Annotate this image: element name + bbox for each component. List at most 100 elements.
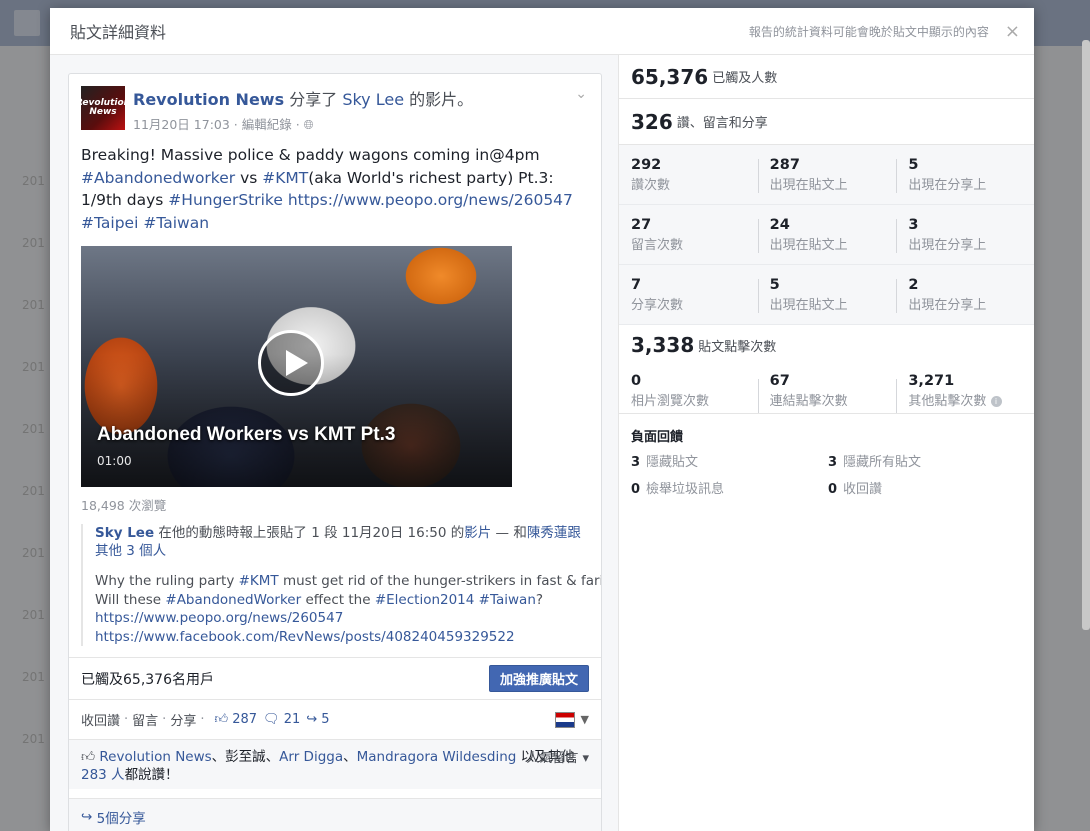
negative-feedback-grid: 3 隱藏貼文 3 隱藏所有貼文 0 檢舉垃圾訊息 0 收回讚 — [619, 451, 1034, 497]
dialog-note: 報告的統計資料可能會晚於貼文中顯示的內容 — [748, 24, 989, 39]
globe-icon: 🌐︎ — [303, 117, 314, 132]
dialog-body: Revolution News Revolution News 分享了 Sky … — [50, 55, 1034, 831]
shared-post: Sky Lee 在他的動態時報上張貼了 1 段 11月20日 16:50 的影片… — [81, 524, 602, 647]
hashtag-abandonedworker[interactable]: #Abandonedworker — [81, 169, 235, 187]
clicks-value: 3,338 — [631, 333, 695, 357]
reach-value: 65,376 — [631, 64, 709, 89]
shared-hashtag-election2014[interactable]: #Election2014 — [375, 592, 475, 608]
stat-cell: 3 出現在分享上 — [896, 205, 1034, 264]
stat-cell: 67 連結點擊次數 — [757, 365, 897, 413]
comments-breakdown-row: 27 留言次數 24 出現在貼文上 3 出現在分享上 — [619, 205, 1034, 265]
share-icon: ↪ — [81, 808, 93, 825]
stat-cell: 24 出現在貼文上 — [757, 205, 897, 264]
stat-cell: 2 出現在分享上 — [896, 265, 1034, 324]
liker-link[interactable]: Arr Digga — [279, 749, 343, 765]
others-likers-link[interactable]: 283 人 — [81, 767, 125, 783]
page-selector[interactable]: ▼ — [554, 711, 589, 728]
negative-stat: 0 檢舉垃圾訊息 — [631, 482, 725, 497]
engagement-breakdown: 292 讚次數 287 出現在貼文上 5 出現在分享上 27 留言次數 24 出現在貼文上… — [619, 145, 1034, 325]
author-link[interactable]: Revolution News — [133, 90, 284, 109]
shared-hashtag-taiwan[interactable]: #Taiwan — [479, 592, 536, 608]
hashtag-kmt[interactable]: #KMT — [262, 169, 308, 187]
stat-cell: 0 相片瀏覽次數 — [631, 373, 710, 409]
engagement-label: 讚、留言和分享 — [676, 116, 768, 131]
play-icon[interactable] — [258, 330, 324, 396]
chevron-down-icon[interactable]: ⌄ — [575, 86, 587, 102]
caret-down-icon: ▼ — [580, 713, 589, 726]
share-count[interactable]: ↪ 5 — [306, 712, 329, 727]
video-title: Abandoned Workers vs KMT Pt.3 — [97, 424, 396, 445]
shared-video-link[interactable]: 影片 — [464, 525, 491, 541]
stat-cell: 292 讚次數 — [631, 157, 671, 193]
negative-stat: 3 隱藏貼文 — [631, 455, 699, 470]
thumbs-up-icon: 👍︎ — [214, 712, 229, 727]
shares-breakdown-row: 7 分享次數 5 出現在貼文上 2 出現在分享上 — [619, 265, 1034, 325]
shared-hashtag-abandonedworker[interactable]: #AbandonedWorker — [165, 592, 301, 608]
stat-cell: 5 出現在分享上 — [896, 145, 1034, 204]
post-message: Breaking! Massive police & paddy wagons … — [81, 146, 573, 232]
clicks-stat: 3,338 貼文點擊次數 — [619, 325, 1034, 365]
video-player[interactable]: Abandoned Workers vs KMT Pt.3 01:00 — [81, 246, 512, 487]
boost-post-button[interactable]: 加強推廣貼文 — [488, 665, 589, 692]
clicks-breakdown-row: 0 相片瀏覽次數 67 連結點擊次數 3,271 其他點擊次數 i — [619, 365, 1034, 414]
hashtag-taipei[interactable]: #Taipei — [81, 214, 138, 232]
info-icon[interactable]: i — [990, 396, 1002, 407]
hashtag-hungerstrike[interactable]: #HungerStrike — [168, 191, 283, 209]
shared-url-1[interactable]: https://www.peopo.org/news/260547 — [95, 609, 589, 628]
comment-count[interactable]: 🗨︎ 21 — [263, 712, 300, 727]
shared-url-2[interactable]: https://www.facebook.com/RevNews/posts/4… — [95, 628, 589, 647]
shared-verb: 分享了 — [289, 90, 338, 109]
comment-icon: 🗨︎ — [263, 712, 280, 727]
liker-link[interactable]: Revolution News — [99, 749, 211, 765]
liker-link[interactable]: Mandragora Wildesding — [357, 749, 517, 765]
negative-stat: 0 收回讚 — [828, 482, 883, 497]
negative-stat: 3 隱藏所有貼文 — [828, 455, 922, 470]
clicks-label: 貼文點擊次數 — [698, 339, 777, 355]
shared-post-message: Why the ruling party #KMT must get rid o… — [95, 573, 602, 647]
post-date[interactable]: 11月20日 17:03 · 編輯紀錄 · — [133, 117, 304, 132]
hashtag-taiwan[interactable]: #Taiwan — [143, 214, 209, 232]
share-link[interactable]: 分享 — [170, 710, 196, 729]
likes-summary: 👍︎ Revolution News、彭至誠、Arr Digga、Mandrag… — [69, 739, 601, 789]
share-icon: ↪ — [306, 712, 318, 727]
post-meta: Revolution News 分享了 Sky Lee 的影片。 11月20日 … — [133, 86, 571, 133]
reach-bar: 已觸及65,376名用戶 加強推廣貼文 — [69, 657, 601, 699]
stat-cell: 7 分享次數 — [631, 277, 684, 313]
shared-author-link[interactable]: Sky Lee — [95, 525, 154, 541]
comment-sort-dropdown[interactable]: 人氣留言 ▾ — [526, 750, 589, 768]
shared-post-header: Sky Lee 在他的動態時報上張貼了 1 段 11月20日 16:50 的影片… — [95, 525, 581, 559]
shared-owner-link[interactable]: Sky Lee — [342, 90, 404, 109]
post-actions-bar: 收回讚 · 留言 · 分享 · 👍︎ 287 🗨︎ 21 ↪ 5 ▼ — [69, 699, 601, 739]
post-date-line: 11月20日 17:03 · 編輯紀錄 · 🌐︎ — [133, 114, 571, 133]
post-details-dialog: 貼文詳細資料 報告的統計資料可能會晚於貼文中顯示的內容 × Revolution… — [50, 8, 1034, 831]
comment-link[interactable]: 留言 — [132, 710, 158, 729]
close-icon[interactable]: × — [1005, 21, 1020, 42]
post-header: Revolution News Revolution News 分享了 Sky … — [69, 74, 601, 134]
page-flag-icon — [554, 711, 575, 728]
reach-label: 已觸及人數 — [712, 71, 778, 86]
video-duration: 01:00 — [97, 454, 132, 468]
thumbs-up-icon: 👍︎ — [81, 749, 96, 765]
stat-cell: 3,271 其他點擊次數 i — [896, 365, 1034, 413]
dialog-title: 貼文詳細資料 — [70, 23, 167, 42]
page-scrollbar[interactable] — [1082, 40, 1090, 630]
unlike-link[interactable]: 收回讚 — [81, 710, 120, 729]
engagement-value: 326 — [631, 109, 673, 134]
shared-hashtag-kmt[interactable]: #KMT — [239, 573, 279, 589]
post-preview: Revolution News Revolution News 分享了 Sky … — [68, 73, 602, 831]
reach-text: 已觸及65,376名用戶 — [81, 671, 214, 688]
post-url-link[interactable]: https://www.peopo.org/news/260547 — [288, 191, 573, 209]
view-count: 18,498 次瀏覽 — [81, 498, 167, 513]
stat-cell: 5 出現在貼文上 — [757, 265, 897, 324]
dialog-header: 貼文詳細資料 報告的統計資料可能會晚於貼文中顯示的內容 × — [50, 8, 1034, 55]
author-line: Revolution News 分享了 Sky Lee 的影片。 — [133, 86, 571, 110]
stat-cell: 27 留言次數 — [631, 217, 684, 253]
negative-feedback-title: 負面回饋 — [631, 430, 684, 445]
reach-stat: 65,376 已觸及人數 — [619, 55, 1034, 99]
insights-panel: 65,376 已觸及人數 326 讚、留言和分享 292 讚次數 287 出現在貼文… — [618, 55, 1034, 831]
engagement-stat: 326 讚、留言和分享 — [619, 99, 1034, 145]
like-count[interactable]: 👍︎ 287 — [214, 712, 257, 727]
page-avatar[interactable]: Revolution News — [76, 86, 130, 130]
shares-summary[interactable]: ↪ 5個分享 — [69, 798, 601, 831]
stat-cell: 287 出現在貼文上 — [757, 145, 897, 204]
